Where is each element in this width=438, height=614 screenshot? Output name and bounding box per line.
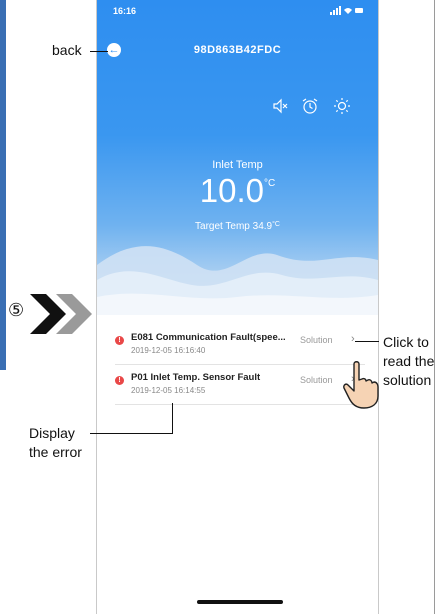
inlet-temp-value: 10.0: [199, 172, 264, 209]
status-bar: 16:16: [113, 6, 364, 20]
frame-border: [434, 0, 435, 614]
error-name: P01 Inlet Temp. Sensor Fault: [131, 372, 261, 383]
inlet-temp-unit: °C: [264, 178, 276, 189]
error-row[interactable]: ! E081 Communication Fault(spee... 2019-…: [115, 330, 365, 364]
sun-icon[interactable]: [333, 97, 351, 115]
mute-icon[interactable]: [272, 97, 290, 115]
row-divider: [115, 404, 365, 405]
home-indicator[interactable]: [197, 600, 283, 604]
error-alert-icon: !: [115, 376, 124, 385]
click-annotation-line3: solution: [383, 372, 432, 388]
solution-pointer-line: [355, 341, 379, 342]
inlet-temp-readout: 10.0°C: [97, 172, 378, 210]
display-annotation-line1: Display: [29, 425, 75, 441]
wave-decoration: [97, 246, 378, 315]
solution-link[interactable]: Solution: [300, 335, 333, 345]
error-alert-icon: !: [115, 336, 124, 345]
error-row[interactable]: ! P01 Inlet Temp. Sensor Fault 2019-12-0…: [115, 370, 365, 404]
signal-wifi-battery-icon: [330, 6, 363, 15]
click-annotation: Click to read the solution: [383, 333, 434, 390]
back-pointer-line: [90, 51, 108, 52]
double-chevron-icon: [30, 294, 92, 334]
inlet-temp-label: Inlet Temp: [212, 159, 263, 171]
device-title: 98D863B42FDC: [193, 44, 282, 56]
row-divider: [115, 364, 365, 365]
page-side-bar: [0, 0, 6, 370]
error-time: 2019-12-05 16:14:55: [131, 386, 206, 395]
error-name: E081 Communication Fault(spee...: [131, 332, 286, 343]
alarm-clock-icon[interactable]: [301, 97, 319, 115]
display-annotation: Display the error: [29, 424, 82, 462]
error-pointer-vertical: [172, 403, 173, 434]
back-annotation: back: [52, 42, 82, 58]
phone-screen: 16:16 ← 98D863B42FDC Inlet Temp 10.0°C T…: [96, 0, 379, 614]
error-time: 2019-12-05 16:16:40: [131, 346, 206, 355]
display-annotation-line2: the error: [29, 444, 82, 460]
click-annotation-line1: Click to: [383, 334, 429, 350]
status-time: 16:16: [113, 6, 137, 16]
error-pointer-horizontal: [90, 433, 173, 434]
status-icons: [330, 6, 364, 17]
click-annotation-line2: read the: [383, 353, 435, 369]
chevron-right-icon[interactable]: ›: [351, 333, 355, 345]
pointing-hand-icon: [343, 361, 379, 409]
solution-link[interactable]: Solution: [300, 375, 333, 385]
step-number: ⑤: [8, 300, 25, 320]
